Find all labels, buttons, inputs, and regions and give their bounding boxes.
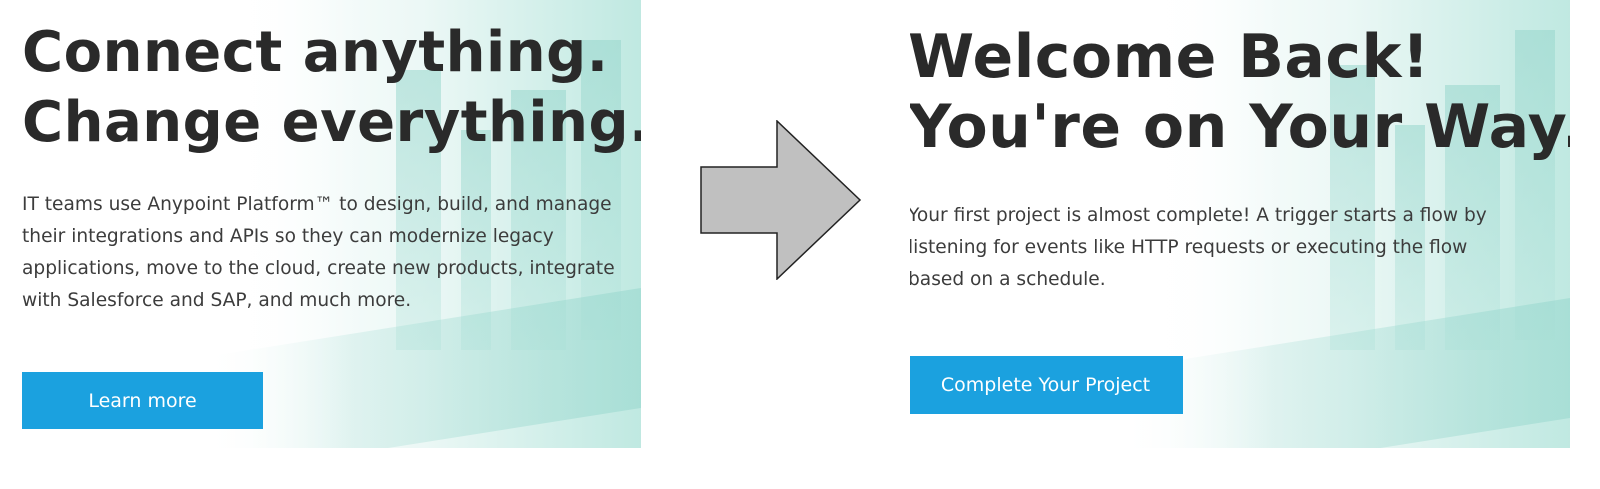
welcome-headline-line-1: Welcome Back! [910,22,1430,92]
hero-headline-line-2: Change everything. [22,90,641,155]
learn-more-button[interactable]: Learn more [22,372,263,429]
welcome-headline: Welcome Back! You're on Your Way... [910,22,1570,162]
hero-headline-line-1: Connect anything. [22,20,609,85]
hero-description: IT teams use Anypoint Platform™ to desig… [22,194,615,311]
welcome-description: Your first project is almost complete! A… [910,205,1487,290]
before-panel: Connect anything. Change everything. IT … [0,0,641,448]
before-after-comparison: Connect anything. Change everything. IT … [0,0,1600,489]
after-panel: Welcome Back! You're on Your Way... Your… [910,0,1570,448]
welcome-headline-line-2: You're on Your Way... [910,92,1570,162]
hero-headline: Connect anything. Change everything. [22,18,641,158]
right-arrow-icon [700,120,862,280]
complete-your-project-button[interactable]: Complete Your Project [910,356,1183,414]
